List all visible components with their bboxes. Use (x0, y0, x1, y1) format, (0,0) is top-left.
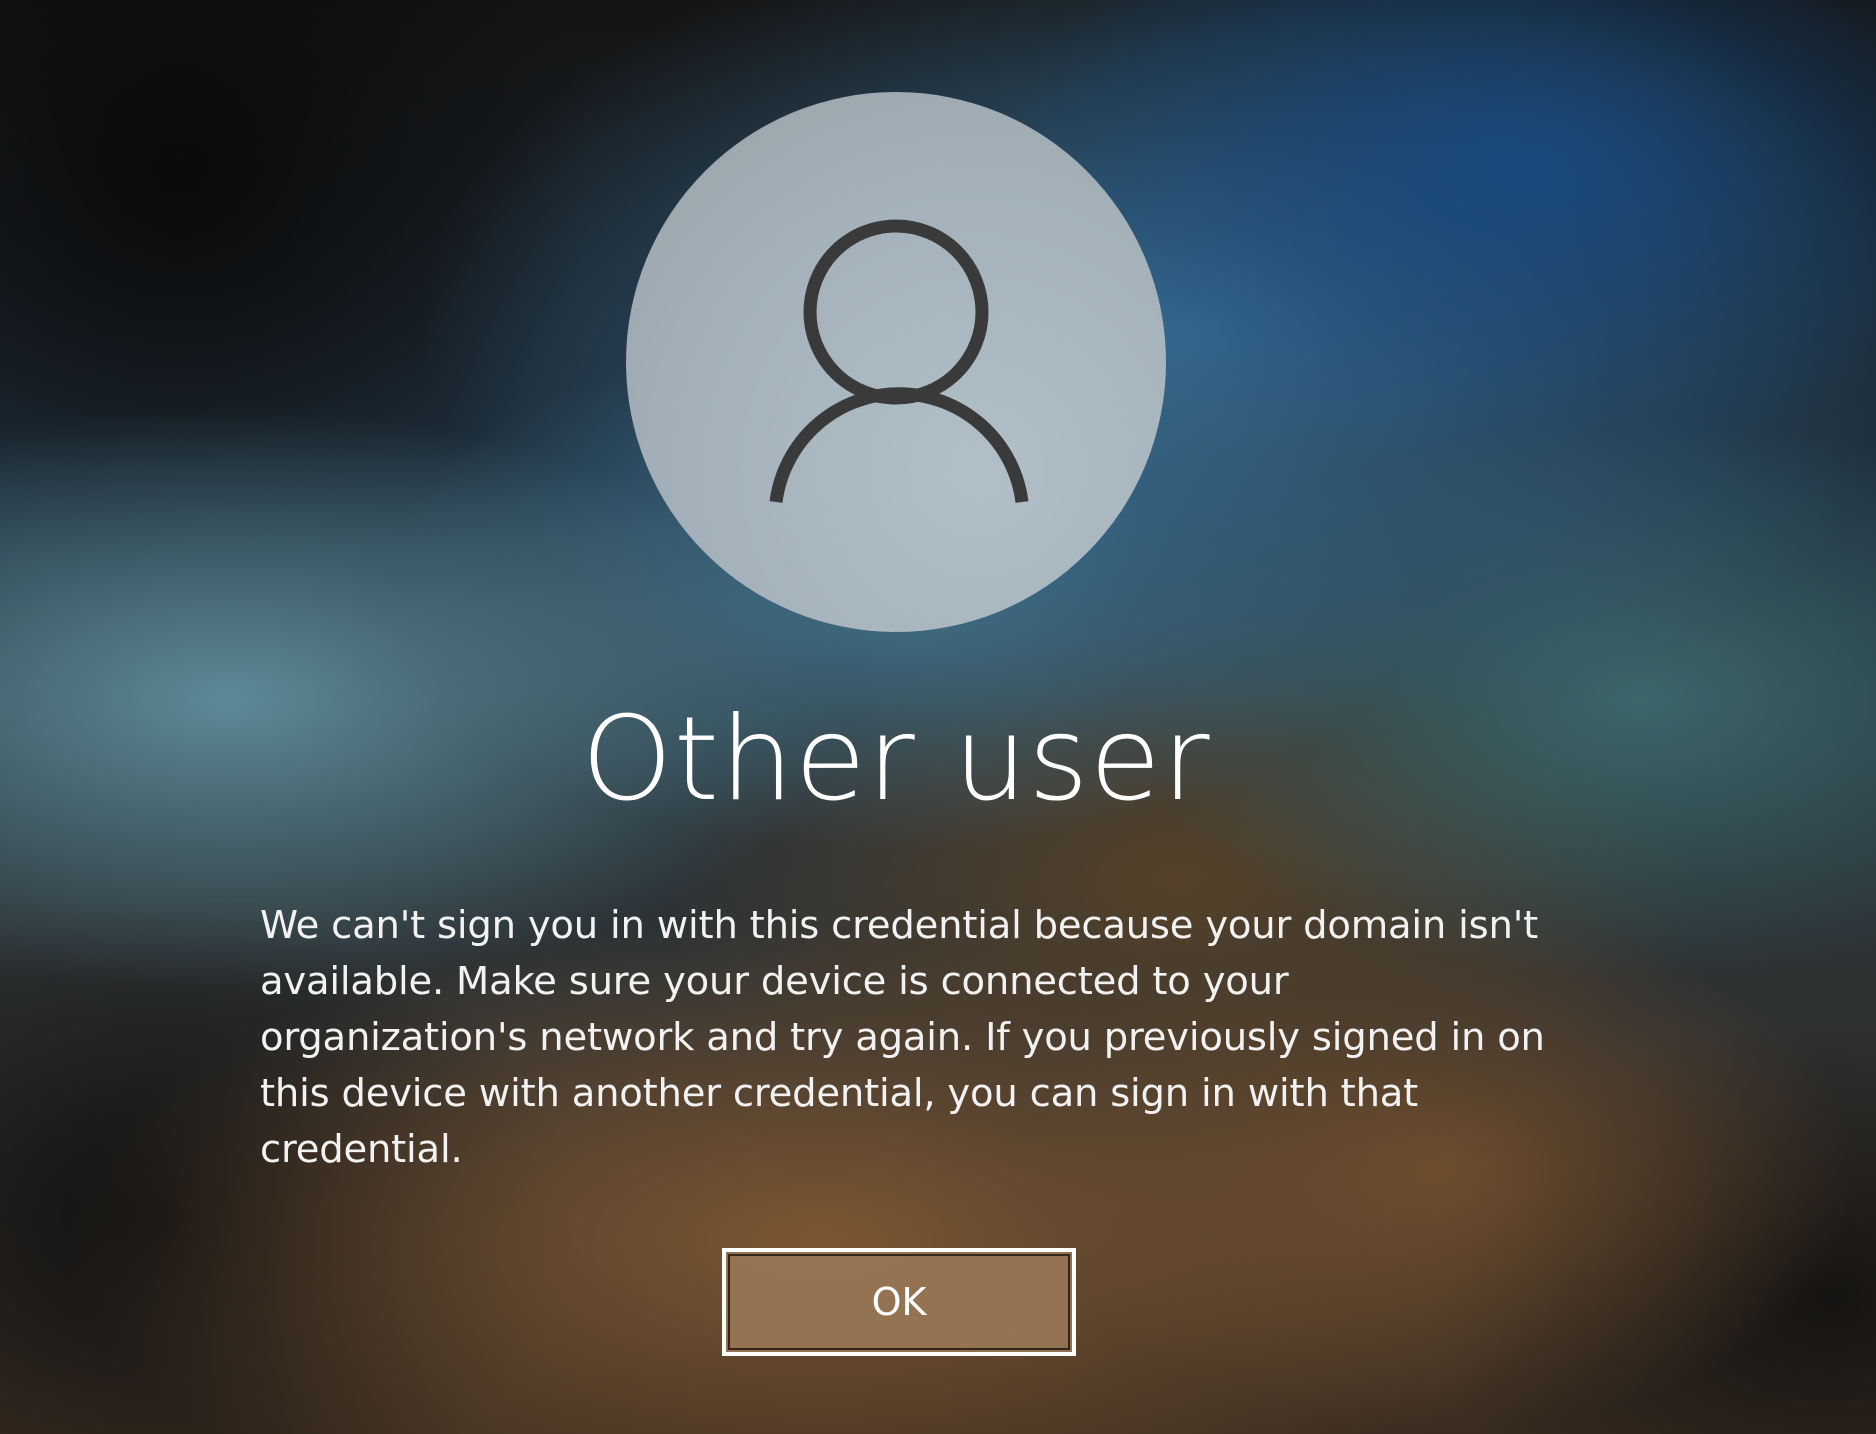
ok-button[interactable]: OK (722, 1248, 1076, 1356)
user-avatar (626, 92, 1166, 632)
user-name-title: Other user (581, 692, 1211, 827)
ok-button-label: OK (871, 1280, 927, 1324)
error-message: We can't sign you in with this credentia… (260, 903, 1545, 1172)
lock-screen: Other user We can't sign you in with thi… (0, 0, 1876, 1434)
person-outline-icon (769, 219, 1029, 503)
sign-in-panel: Other user We can't sign you in with thi… (0, 0, 1876, 1434)
